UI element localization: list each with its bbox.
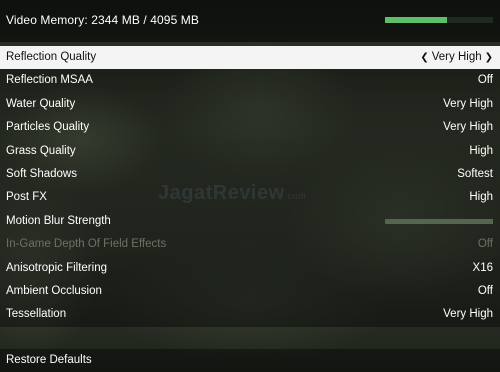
setting-label: Tessellation: [6, 308, 67, 321]
setting-row-anisotropic-filtering[interactable]: Anisotropic Filtering X16: [0, 256, 500, 280]
setting-value-text: Very High: [443, 121, 493, 134]
setting-value: Off: [478, 69, 493, 92]
setting-value: High: [469, 186, 493, 209]
setting-label: In-Game Depth Of Field Effects: [6, 238, 167, 251]
setting-label: Post FX: [6, 191, 47, 204]
setting-value: High: [469, 140, 493, 163]
graphics-settings-list: Reflection Quality ❮ Very High ❯ Reflection …: [0, 46, 500, 327]
setting-row-post-fx[interactable]: Post FX High: [0, 186, 500, 210]
restore-defaults-label: Restore Defaults: [6, 354, 92, 366]
setting-value-text: Softest: [457, 167, 493, 180]
setting-value-text: Off: [477, 284, 493, 297]
setting-value: Softest: [457, 163, 493, 186]
setting-value: Very High: [443, 116, 493, 139]
setting-value: Off: [478, 233, 493, 256]
setting-value-text: Very High: [431, 51, 482, 63]
setting-row-motion-blur-strength[interactable]: Motion Blur Strength: [0, 209, 500, 234]
setting-row-water-quality[interactable]: Water Quality Very High: [0, 92, 500, 117]
setting-label: Water Quality: [6, 97, 76, 110]
setting-row-reflection-quality[interactable]: Reflection Quality ❮ Very High ❯: [0, 46, 500, 70]
video-memory-meter-fill: [385, 17, 447, 23]
setting-value-text: Off: [477, 238, 493, 251]
setting-label: Ambient Occlusion: [6, 284, 102, 297]
setting-value: X16: [473, 257, 493, 280]
setting-value: ❮ Very High ❯: [417, 46, 493, 69]
setting-value: Very High: [443, 303, 493, 326]
setting-row-grass-quality[interactable]: Grass Quality High: [0, 139, 500, 163]
setting-row-reflection-msaa[interactable]: Reflection MSAA Off: [0, 69, 500, 93]
setting-row-ambient-occlusion[interactable]: Ambient Occlusion Off: [0, 279, 500, 304]
restore-defaults-button[interactable]: Restore Defaults: [0, 349, 500, 372]
setting-value-text: Very High: [443, 97, 493, 110]
setting-row-tessellation[interactable]: Tessellation Very High: [0, 303, 500, 327]
setting-label: Motion Blur Strength: [6, 214, 111, 227]
setting-value: Very High: [443, 93, 493, 116]
setting-label: Soft Shadows: [6, 167, 77, 180]
video-memory-header: Video Memory: 2344 MB / 4095 MB: [0, 0, 500, 42]
setting-value-text: High: [469, 191, 493, 204]
setting-label: Particles Quality: [6, 121, 90, 134]
setting-value-text: Off: [477, 74, 493, 87]
setting-row-soft-shadows[interactable]: Soft Shadows Softest: [0, 162, 500, 187]
setting-row-particles-quality[interactable]: Particles Quality Very High: [0, 116, 500, 140]
setting-value-text: X16: [472, 261, 493, 274]
chevron-right-icon[interactable]: ❯: [485, 46, 493, 69]
setting-label: Anisotropic Filtering: [6, 261, 107, 274]
setting-value-text: Very High: [443, 308, 493, 321]
setting-slider[interactable]: [385, 218, 493, 224]
setting-label: Reflection Quality: [6, 51, 97, 63]
setting-slider-fill: [385, 218, 493, 224]
video-memory-label: Video Memory: 2344 MB / 4095 MB: [6, 13, 199, 27]
setting-label: Grass Quality: [6, 144, 76, 157]
setting-value: Off: [478, 280, 493, 303]
setting-label: Reflection MSAA: [6, 74, 93, 87]
video-memory-meter: [385, 17, 493, 23]
chevron-left-icon[interactable]: ❮: [420, 46, 428, 69]
setting-row-in-game-depth-of-field-effects: In-Game Depth Of Field Effects Off: [0, 233, 500, 257]
setting-value-text: High: [469, 144, 493, 157]
